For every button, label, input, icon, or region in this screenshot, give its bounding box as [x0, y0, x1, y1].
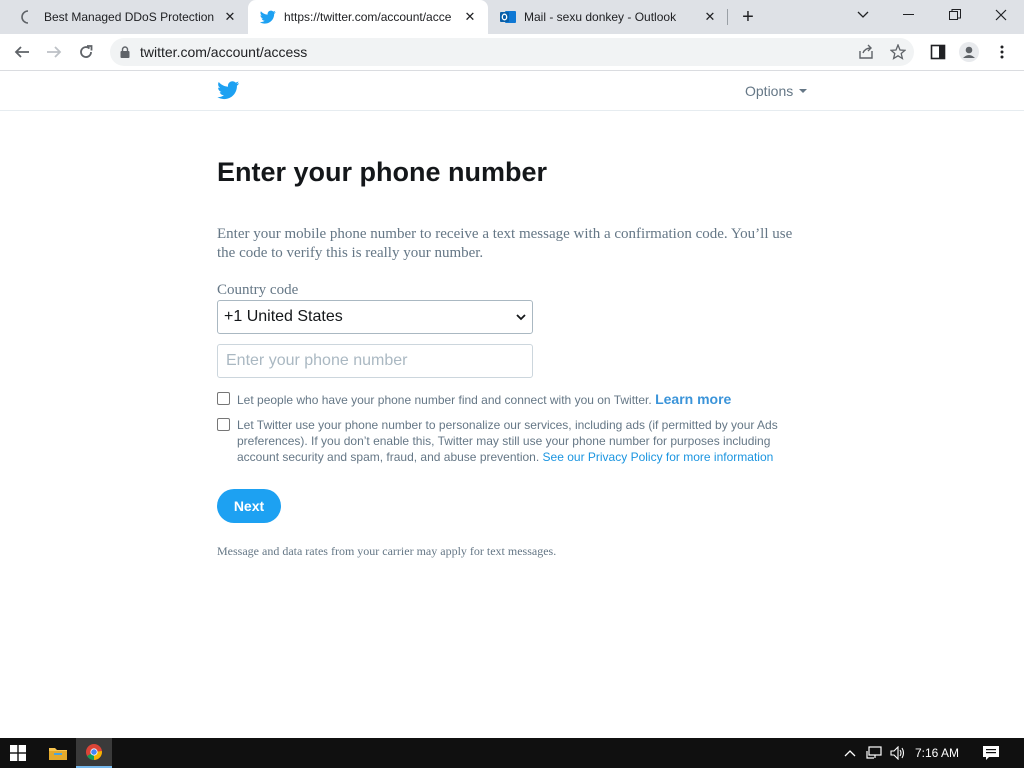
personalize-option: Let Twitter use your phone number to per… — [217, 416, 807, 465]
page-title: Enter your phone number — [217, 157, 548, 187]
browser-toolbar: twitter.com/account/access — [0, 34, 1024, 71]
next-button[interactable]: Next — [217, 489, 281, 523]
country-code-label: Country code — [217, 282, 299, 298]
twitter-bird-icon — [260, 10, 276, 24]
country-code-select[interactable]: +1 United States — [217, 300, 533, 334]
share-icon — [859, 44, 873, 59]
file-explorer-button[interactable] — [40, 738, 76, 768]
avatar-icon — [959, 42, 979, 62]
chrome-taskbar-button[interactable] — [76, 738, 112, 768]
notification-icon — [983, 745, 999, 760]
browser-tab-strip: Best Managed DDoS Protection a ✕ https:/… — [0, 0, 1024, 34]
new-tab-button[interactable]: + — [737, 6, 759, 28]
privacy-policy-link[interactable]: See our Privacy Policy for more informat… — [543, 450, 774, 464]
menu-button[interactable] — [992, 42, 1012, 62]
reload-icon — [80, 45, 93, 58]
options-dropdown[interactable]: Options — [745, 83, 808, 99]
chevron-up-icon — [844, 750, 856, 757]
loading-spinner-icon — [21, 10, 29, 24]
description-text: Enter your mobile phone number to receiv… — [217, 226, 793, 261]
volume-button[interactable] — [888, 738, 908, 768]
side-panel-button[interactable] — [928, 42, 948, 62]
restore-icon — [949, 9, 961, 20]
close-tab-icon[interactable]: ✕ — [702, 9, 718, 25]
discoverability-checkbox[interactable] — [217, 392, 230, 405]
back-arrow-icon — [14, 46, 29, 58]
tab-twitter[interactable]: https://twitter.com/account/acce ✕ — [248, 0, 488, 34]
close-tab-icon[interactable]: ✕ — [462, 9, 478, 25]
minimize-button[interactable] — [886, 0, 932, 30]
personalize-checkbox[interactable] — [217, 418, 230, 431]
action-center-button[interactable] — [978, 738, 1004, 768]
tab-title: Mail - sexu donkey - Outlook — [524, 10, 677, 24]
windows-logo-icon — [10, 745, 26, 761]
tab-title: https://twitter.com/account/acce — [284, 10, 452, 24]
share-button[interactable] — [856, 42, 876, 62]
twitter-logo-icon[interactable] — [217, 79, 240, 101]
chevron-down-icon — [516, 313, 526, 320]
reload-button[interactable] — [72, 38, 100, 66]
chevron-down-icon — [857, 11, 869, 18]
personalize-option-text: Let Twitter use your phone number to per… — [237, 417, 807, 465]
carrier-rates-note: Message and data rates from your carrier… — [217, 544, 557, 558]
discover-label: Let people who have your phone number fi… — [237, 393, 652, 407]
tab-outlook[interactable]: Mail - sexu donkey - Outlook ✕ — [488, 0, 728, 34]
speaker-icon — [890, 746, 905, 760]
profile-button[interactable] — [959, 42, 979, 62]
network-button[interactable] — [864, 738, 884, 768]
restore-button[interactable] — [932, 0, 978, 30]
close-tab-icon[interactable]: ✕ — [222, 9, 238, 25]
discover-option-text: Let people who have your phone number fi… — [237, 391, 731, 408]
side-panel-icon — [930, 44, 946, 60]
phone-number-input[interactable] — [217, 344, 533, 378]
address-bar[interactable]: twitter.com/account/access — [110, 38, 914, 66]
star-icon — [890, 44, 906, 60]
discover-option: Let people who have your phone number fi… — [217, 390, 807, 408]
twitter-header: Options — [0, 71, 1024, 111]
tab-search-button[interactable] — [840, 0, 886, 30]
network-icon — [866, 746, 882, 759]
tab-title: Best Managed DDoS Protection a — [44, 10, 216, 24]
chrome-icon — [86, 744, 102, 760]
close-icon — [995, 9, 1007, 21]
show-hidden-icons-button[interactable] — [842, 738, 858, 768]
forward-button[interactable] — [40, 38, 68, 66]
minimize-icon — [903, 14, 914, 15]
options-label: Options — [745, 83, 794, 99]
caret-down-icon — [799, 89, 808, 93]
learn-more-link[interactable]: Learn more — [655, 391, 731, 407]
bookmark-button[interactable] — [888, 42, 908, 62]
start-button[interactable] — [0, 738, 36, 768]
outlook-icon — [500, 11, 516, 23]
tab-separator — [727, 9, 728, 25]
tab-ddos[interactable]: Best Managed DDoS Protection a ✕ — [8, 0, 248, 34]
back-button[interactable] — [8, 38, 36, 66]
taskbar-clock[interactable]: 7:16 AM — [915, 746, 959, 760]
kebab-menu-icon — [1000, 45, 1004, 59]
url-text: twitter.com/account/access — [140, 44, 308, 60]
close-window-button[interactable] — [978, 0, 1024, 30]
folder-icon — [49, 748, 67, 760]
forward-arrow-icon — [47, 46, 62, 58]
lock-icon — [120, 46, 130, 58]
windows-taskbar: 7:16 AM — [0, 738, 1024, 768]
country-code-value: +1 United States — [224, 308, 343, 325]
